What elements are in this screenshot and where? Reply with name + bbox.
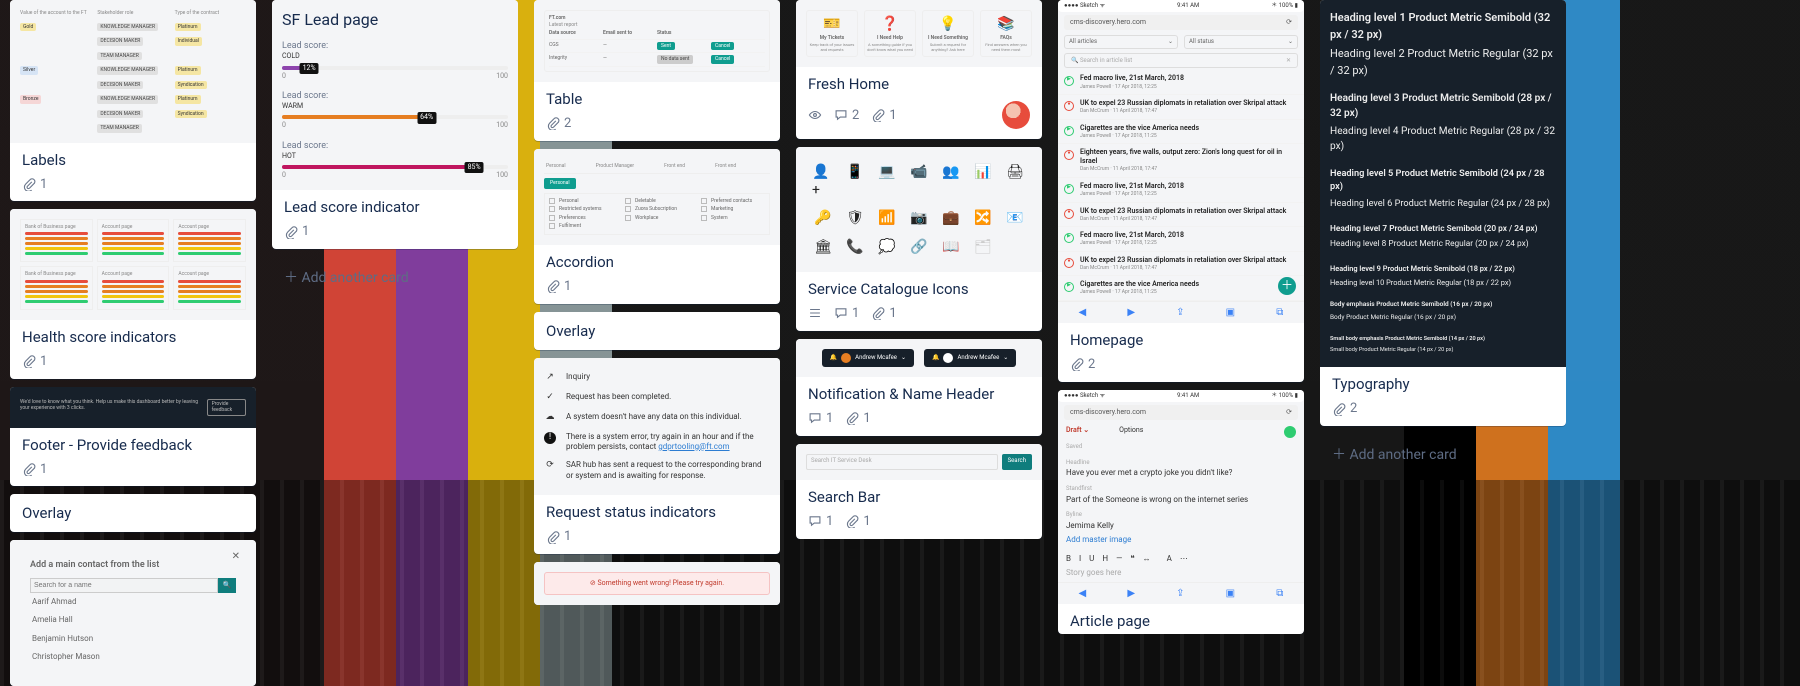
attachments-badge: 1 [22,354,47,369]
trello-card[interactable]: Overlay [534,312,780,350]
trello-card[interactable]: Bank of Business pageAccount pageAccount… [10,209,256,379]
trello-card[interactable]: Value of the account to the FTStakeholde… [10,0,256,201]
attachments-badge: 1 [845,514,870,529]
trello-card[interactable]: ↗Inquiry✓Request has been completed.☁A s… [534,358,780,555]
card-title: Lead score indicator [272,190,518,220]
card-title: Typography [1320,367,1566,397]
trello-card[interactable]: Overlay [10,494,256,532]
comments-badge: 1 [834,306,859,321]
comments-badge: 2 [834,108,859,123]
subscribed-icon [808,108,822,122]
description-icon [808,306,822,320]
trello-card[interactable]: ✕Add a main contact from the list🔍Aarif … [10,540,256,686]
list-column: Value of the account to the FTStakeholde… [10,0,258,686]
attachments-badge: 2 [1332,401,1357,416]
list-column: FT.comLatest reportData sourceEmail sent… [534,0,782,605]
add-card-button[interactable]: ＋ Add another card [272,257,518,297]
trello-card[interactable]: SF Lead page Lead score: COLD 12% 0100 L… [272,0,518,249]
trello-card[interactable]: ●●●● Sketch ᯤ9:41 AM＊ 100% ▮ cms-discove… [1058,390,1304,634]
attachments-badge: 1 [546,529,571,544]
trello-card[interactable]: 🎫My TicketsKeep track of your issues and… [796,0,1042,139]
trello-card[interactable]: ⊘ Something went wrong! Please try again… [534,562,780,605]
attachments-badge: 1 [22,177,47,192]
trello-card[interactable]: FT.comLatest reportData sourceEmail sent… [534,0,780,141]
list-column: Heading level 1 Product Metric Semibold … [1320,0,1568,474]
trello-card[interactable]: Search IT Service DeskSearchSearch Bar11 [796,444,1042,539]
card-title: Overlay [534,312,780,350]
card-title: Accordion [534,245,780,275]
attachments-badge: 1 [845,411,870,426]
card-title: Request status indicators [534,495,780,525]
card-title: Footer - Provide feedback [10,428,256,458]
card-title: Table [534,82,780,112]
trello-card[interactable]: We'd love to know what you think. Help u… [10,387,256,487]
list-column: ●●●● Sketch ᯤ9:41 AM＊ 100% ▮ cms-discove… [1058,0,1306,634]
add-card-button[interactable]: ＋ Add another card [1320,434,1566,474]
card-title: Fresh Home [796,67,1042,97]
list-column: SF Lead page Lead score: COLD 12% 0100 L… [272,0,520,297]
trello-card[interactable]: 👤+📱💻📹👥📊🖨🔑🛡📶📷💼🔀📧🏛📞💭🔗📖🗂Service Catalogue I… [796,147,1042,331]
trello-card[interactable]: PersonalProduct ManagerFront endFront en… [534,149,780,304]
comments-badge: 1 [808,411,833,426]
attachments-badge: 1 [871,306,896,321]
member-avatar[interactable] [1002,101,1030,129]
card-title: Health score indicators [10,320,256,350]
comments-badge: 1 [808,514,833,529]
card-title: Notification & Name Header [796,377,1042,407]
trello-card[interactable]: Heading level 1 Product Metric Semibold … [1320,0,1566,426]
trello-card[interactable]: ●●●● Sketch ᯤ9:41 AM＊ 100% ▮ cms-discove… [1058,0,1304,382]
attachments-badge: 2 [546,116,571,131]
attachments-badge: 1 [546,279,571,294]
card-title: Search Bar [796,480,1042,510]
card-title: Article page [1058,604,1304,634]
attachments-badge: 2 [1070,357,1095,372]
attachments-badge: 1 [871,108,896,123]
attachments-badge: 1 [22,462,47,477]
attachments-badge: 1 [284,224,309,239]
trello-card[interactable]: 🔔Andrew Mcafee⌄ 🔔Andrew Mcafee⌄ Notifica… [796,339,1042,436]
card-title: Homepage [1058,323,1304,353]
card-title: Labels [10,143,256,173]
card-title: Overlay [10,494,256,532]
list-column: 🎫My TicketsKeep track of your issues and… [796,0,1044,539]
card-title: Service Catalogue Icons [796,272,1042,302]
